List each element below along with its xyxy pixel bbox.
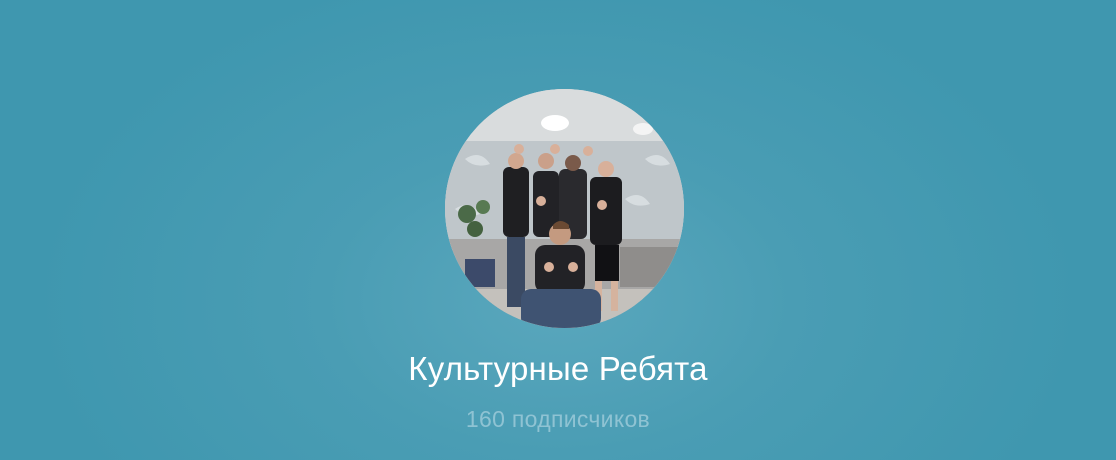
group-photo-avatar-icon (445, 89, 684, 328)
subscriber-count: 160 подписчиков (465, 406, 651, 432)
channel-title: Культурные Ребята (408, 350, 708, 387)
channel-header: Культурные Ребята 160 подписчиков (0, 0, 1116, 460)
channel-avatar[interactable] (445, 89, 684, 328)
